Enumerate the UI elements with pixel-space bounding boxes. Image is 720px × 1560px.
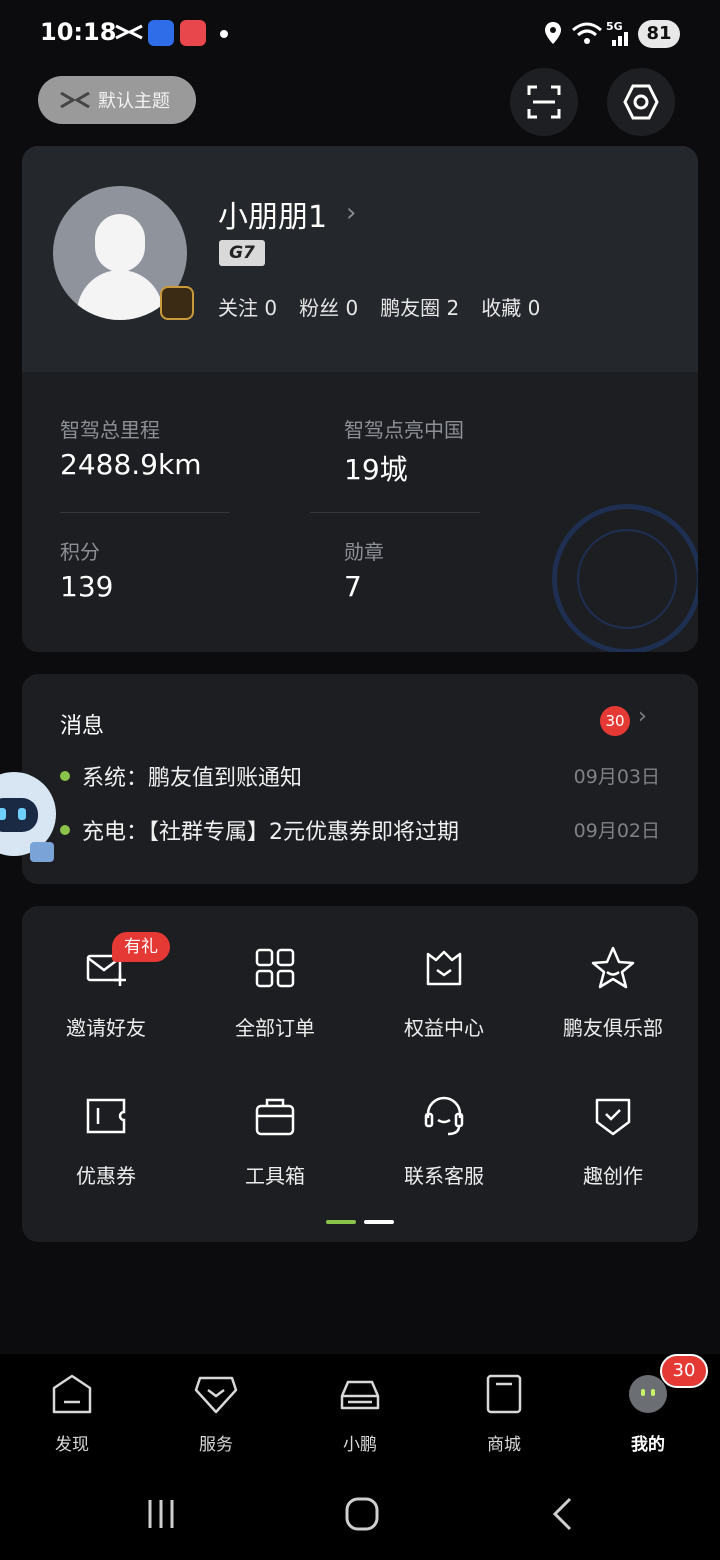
- toolbox-label: 工具箱: [245, 1164, 305, 1188]
- stat-label-medals: 勋章: [344, 540, 384, 564]
- stat-label-cities: 智驾点亮中国: [344, 418, 464, 442]
- moments-count[interactable]: 鹏友圈 2: [380, 292, 459, 321]
- passport-stamp-icon: [552, 504, 698, 652]
- favorites-count[interactable]: 收藏 0: [481, 292, 540, 321]
- message-date: 09月02日: [573, 820, 660, 842]
- settings-icon: [623, 84, 659, 120]
- unread-dot: [60, 825, 70, 835]
- follow-count[interactable]: 关注 0: [218, 292, 277, 321]
- coupons-button[interactable]: 优惠券: [22, 1092, 190, 1212]
- wifi-icon: [572, 22, 602, 44]
- star-icon: [591, 946, 635, 989]
- message-text: 系统：鹏友值到账通知: [82, 766, 303, 791]
- page-indicator-active: [326, 1220, 356, 1224]
- divider: [310, 512, 480, 513]
- nav-xpeng[interactable]: 小鹏: [310, 1372, 410, 1455]
- recent-apps-icon[interactable]: [146, 1498, 176, 1530]
- nav-label: 商城: [487, 1435, 521, 1455]
- messages-card[interactable]: 消息 30 › 系统：鹏友值到账通知 09月03日 充电：【社群专属】2元优惠券…: [22, 674, 698, 884]
- message-item[interactable]: 系统：鹏友值到账通知 09月03日: [60, 760, 660, 792]
- all-orders-button[interactable]: 全部订单: [191, 944, 359, 1064]
- coupon-icon: [86, 1098, 126, 1134]
- nav-label: 小鹏: [343, 1435, 377, 1455]
- chevron-right-icon: ›: [638, 704, 647, 729]
- all-orders-label: 全部订单: [235, 1016, 315, 1040]
- theme-label: 默认主题: [98, 91, 170, 112]
- creation-label: 趣创作: [583, 1164, 643, 1188]
- app-notification-icon-2: [180, 20, 206, 46]
- headset-icon: [424, 1096, 464, 1136]
- status-bar: 10:18 5G 81: [0, 0, 720, 68]
- settings-button[interactable]: [607, 68, 675, 136]
- benefits-center-label: 权益中心: [404, 1016, 484, 1040]
- home-button-icon[interactable]: [344, 1496, 380, 1532]
- car-model-badge: G7: [219, 240, 265, 266]
- stat-label-mileage: 智驾总里程: [60, 418, 160, 442]
- social-stats: 关注 0 粉丝 0 鹏友圈 2 收藏 0: [218, 292, 540, 321]
- customer-service-label: 联系客服: [404, 1164, 484, 1188]
- robot-assistant-icon[interactable]: [0, 764, 58, 864]
- grid-icon: [255, 948, 295, 988]
- invite-friends-button[interactable]: 邀请好友: [22, 944, 190, 1064]
- location-icon: [545, 22, 561, 44]
- status-time: 10:18: [40, 18, 117, 46]
- message-text: 充电：【社群专属】2元优惠券即将过期: [82, 820, 459, 845]
- benefits-center-button[interactable]: 权益中心: [360, 944, 528, 1064]
- profile-card: 小朋朋1 › G7 关注 0 粉丝 0 鹏友圈 2 收藏 0 智驾总里程 248…: [22, 146, 698, 652]
- creation-button[interactable]: 趣创作: [529, 1092, 697, 1212]
- nav-label: 我的: [631, 1435, 665, 1455]
- stat-value-cities[interactable]: 19城: [344, 448, 408, 488]
- gift-badge: 有礼: [112, 932, 170, 962]
- app-notification-icon: [148, 20, 174, 46]
- stat-value-points[interactable]: 139: [60, 570, 113, 603]
- shield-check-icon: [595, 1098, 631, 1136]
- nav-label: 发现: [55, 1435, 89, 1455]
- chevron-right-icon: ›: [346, 198, 357, 228]
- messages-unread-badge: 30: [600, 706, 630, 736]
- username[interactable]: 小朋朋1: [218, 192, 327, 236]
- club-label: 鹏友俱乐部: [563, 1016, 663, 1040]
- xpeng-x-icon: [60, 91, 90, 109]
- crown-box-icon: [426, 950, 462, 986]
- unread-dot: [60, 771, 70, 781]
- car-icon: [340, 1380, 380, 1410]
- customer-service-button[interactable]: 联系客服: [360, 1092, 528, 1212]
- stat-label-points: 积分: [60, 540, 100, 564]
- back-icon[interactable]: [550, 1496, 574, 1532]
- nav-service[interactable]: 服务: [166, 1372, 266, 1455]
- battery-indicator: 81: [638, 20, 680, 48]
- nav-label: 服务: [199, 1435, 233, 1455]
- diamond-icon: [194, 1376, 238, 1414]
- system-nav-bar: [0, 1464, 720, 1560]
- home-icon: [52, 1374, 92, 1414]
- nav-mine-badge: 30: [660, 1354, 708, 1388]
- club-button[interactable]: 鹏友俱乐部: [529, 944, 697, 1064]
- invite-friends-label: 邀请好友: [66, 1016, 146, 1040]
- message-item[interactable]: 充电：【社群专属】2元优惠券即将过期 09月02日: [60, 814, 660, 846]
- coupons-label: 优惠券: [76, 1164, 136, 1188]
- profile-header[interactable]: 小朋朋1 › G7 关注 0 粉丝 0 鹏友圈 2 收藏 0: [22, 146, 698, 372]
- stat-value-mileage[interactable]: 2488.9km: [60, 448, 201, 481]
- messages-title: 消息: [60, 714, 105, 739]
- medal-badge-icon[interactable]: [160, 286, 194, 320]
- page-indicator: [364, 1220, 394, 1224]
- scan-icon: [527, 85, 561, 119]
- divider: [60, 512, 230, 513]
- nav-mall[interactable]: 商城: [454, 1372, 554, 1455]
- xpeng-logo-icon: [115, 24, 143, 40]
- toolbox-button[interactable]: 工具箱: [191, 1092, 359, 1212]
- nav-discover[interactable]: 发现: [22, 1372, 122, 1455]
- fans-count[interactable]: 粉丝 0: [299, 292, 358, 321]
- bottom-nav: 发现 服务 小鹏 商城 我的: [0, 1354, 720, 1464]
- scan-button[interactable]: [510, 68, 578, 136]
- bag-icon: [486, 1374, 522, 1414]
- signal-icon: [612, 32, 628, 46]
- message-date: 09月03日: [573, 766, 660, 788]
- theme-button[interactable]: 默认主题: [38, 76, 196, 124]
- toolbox-icon: [255, 1098, 295, 1136]
- stat-value-medals[interactable]: 7: [344, 570, 362, 603]
- more-notifications-dot: [220, 30, 228, 38]
